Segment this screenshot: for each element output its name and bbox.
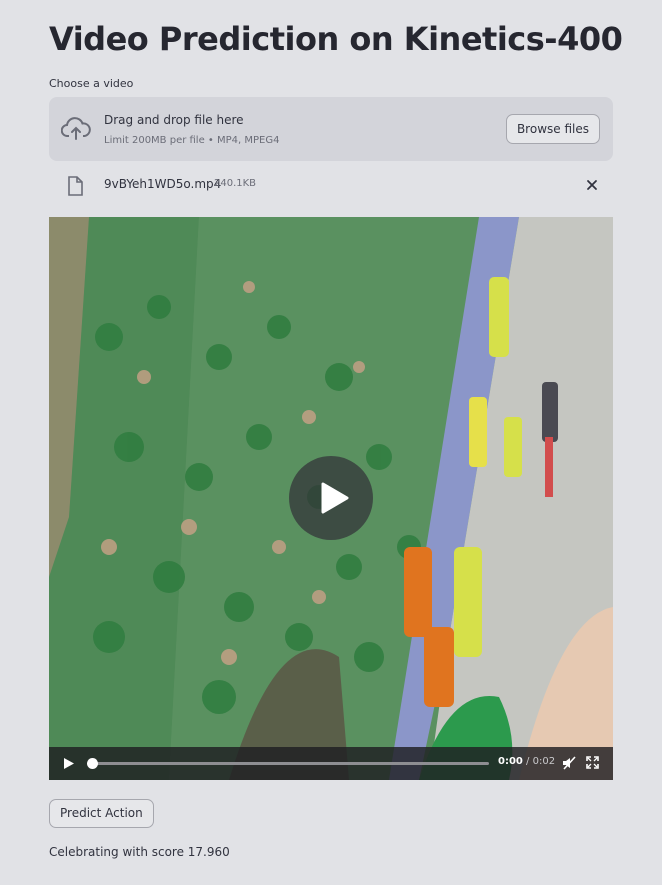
prediction-result: Celebrating with score 17.960	[49, 845, 230, 859]
predict-action-button[interactable]: Predict Action	[49, 799, 154, 828]
video-player[interactable]: 0:00 / 0:02	[49, 217, 613, 780]
video-controls: 0:00 / 0:02	[49, 747, 613, 780]
file-dropzone[interactable]: Drag and drop file here Limit 200MB per …	[49, 97, 613, 161]
time-separator: /	[522, 756, 533, 767]
current-time: 0:00	[498, 756, 523, 767]
play-icon	[321, 482, 349, 514]
progress-bar[interactable]	[91, 762, 489, 765]
fullscreen-icon[interactable]	[586, 756, 599, 769]
page-title: Video Prediction on Kinetics-400	[49, 20, 623, 58]
uploader-label: Choose a video	[49, 77, 134, 90]
duration: 0:02	[532, 756, 556, 767]
cloud-upload-icon	[61, 117, 91, 140]
file-name: 9vBYeh1WD5o.mp4	[104, 177, 222, 191]
uploaded-file-row: 9vBYeh1WD5o.mp4 240.1KB	[49, 170, 613, 200]
play-icon[interactable]	[63, 757, 75, 770]
file-size: 240.1KB	[214, 178, 257, 189]
file-icon	[68, 176, 83, 196]
dropzone-title: Drag and drop file here	[104, 113, 244, 127]
mute-icon[interactable]	[562, 756, 576, 770]
big-play-button[interactable]	[289, 456, 373, 540]
close-icon[interactable]	[585, 178, 599, 192]
dropzone-limit-text: Limit 200MB per file • MP4, MPEG4	[104, 135, 280, 146]
browse-files-button[interactable]: Browse files	[505, 114, 600, 144]
time-display: 0:00 / 0:02	[498, 756, 555, 767]
progress-thumb[interactable]	[87, 758, 98, 769]
